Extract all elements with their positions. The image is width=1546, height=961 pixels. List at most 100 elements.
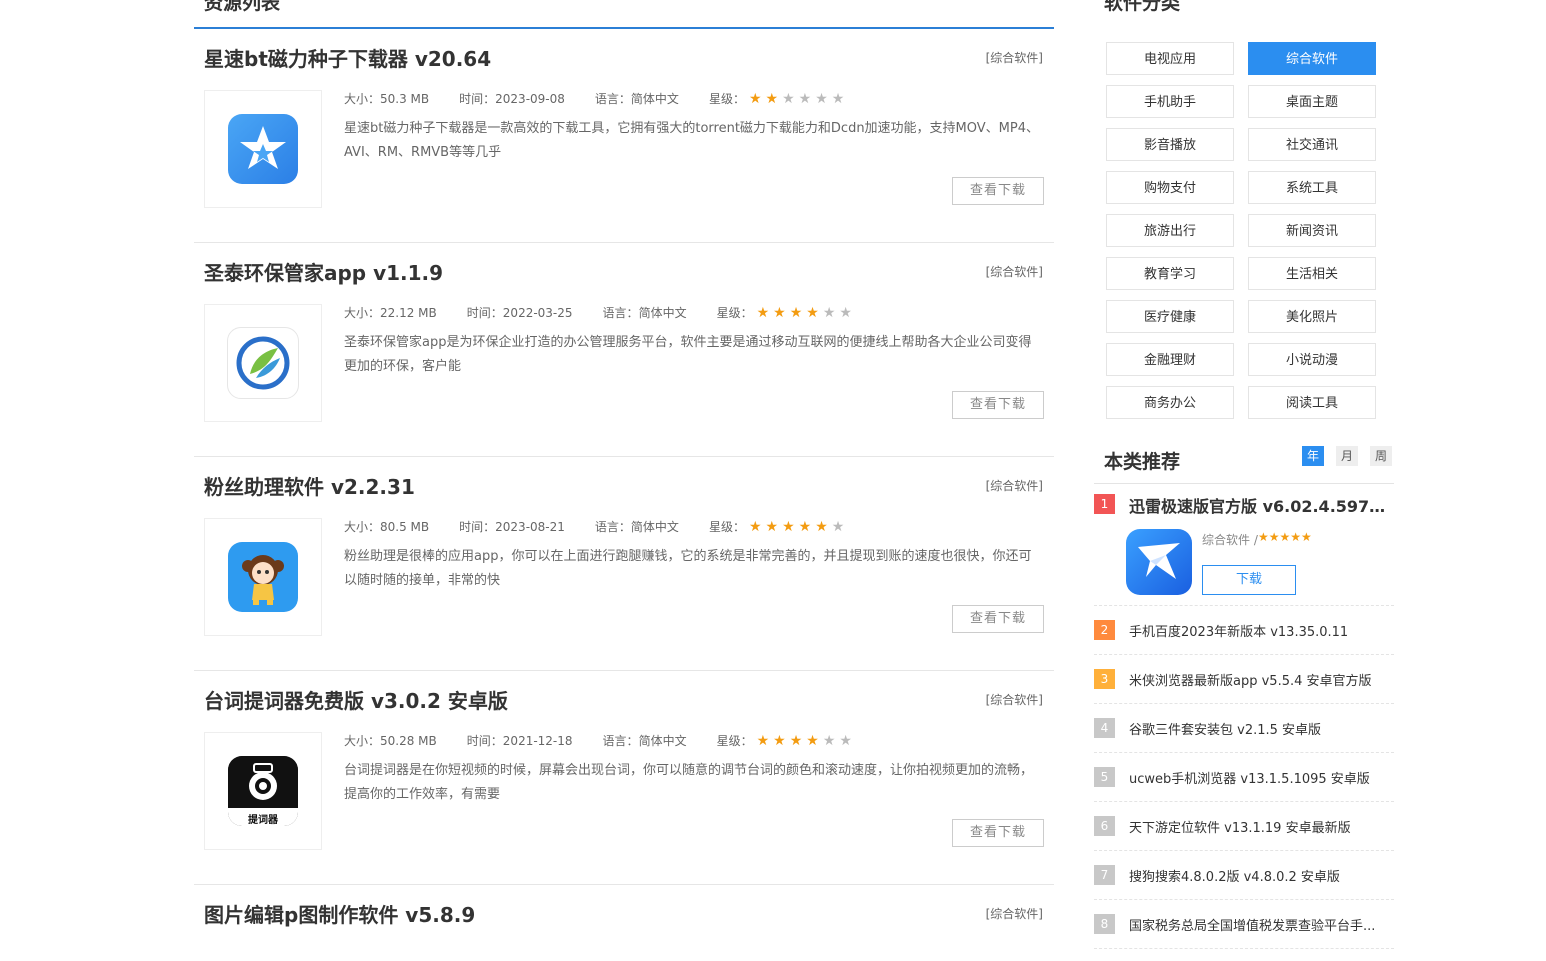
- time-value: 2021-12-18: [502, 734, 573, 748]
- item-title[interactable]: 粉丝助理软件 v2.2.31: [204, 471, 415, 500]
- rank-app-name[interactable]: 谷歌三件套安装包 v2.1.5 安卓版: [1129, 719, 1394, 738]
- rank-item[interactable]: 6 天下游定位软件 v13.1.19 安卓最新版: [1094, 802, 1394, 851]
- rank-item[interactable]: 2 手机百度2023年新版本 v13.35.0.11: [1094, 606, 1394, 655]
- featured-stars: ★★★★★: [1258, 530, 1312, 544]
- lang-label: 语言：: [594, 520, 631, 534]
- size-field: 大小：22.12 MB: [344, 304, 437, 321]
- rating-label: 星级：: [708, 92, 745, 106]
- time-field: 时间：2021-12-18: [467, 732, 573, 749]
- star-icon: ★: [789, 733, 803, 749]
- rank-item[interactable]: 3 米侠浏览器最新版app v5.5.4 安卓官方版: [1094, 655, 1394, 704]
- category-title: 软件分类: [1104, 0, 1181, 14]
- item-category[interactable]: [综合软件]: [986, 691, 1043, 708]
- category-button[interactable]: 旅游出行: [1106, 214, 1234, 247]
- lang-label: 语言：: [602, 306, 639, 320]
- featured-rank-item[interactable]: 1 迅雷极速版官方版 v6.02.4.5972 ... 综合软件 / ★★★★★…: [1094, 484, 1394, 606]
- rank-app-name[interactable]: 米侠浏览器最新版app v5.5.4 安卓官方版: [1129, 670, 1394, 689]
- category-button[interactable]: 金融理财: [1106, 343, 1234, 376]
- rating-stars: ★ ★ ★ ★ ★ ★: [757, 733, 852, 749]
- item-description: 圣泰环保管家app是为环保企业打造的办公管理服务平台，软件主要是通过移动互联网的…: [344, 335, 1032, 374]
- camera-app-icon[interactable]: 提词器: [228, 756, 298, 826]
- view-download-button[interactable]: 查看下载: [952, 177, 1044, 205]
- item-title[interactable]: 圣泰环保管家app v1.1.9: [204, 257, 443, 286]
- lang-value: 简体中文: [630, 520, 679, 534]
- tab-week[interactable]: 周: [1370, 446, 1392, 466]
- rank-item[interactable]: 8 国家税务总局全国增值税发票查验平台手...: [1094, 900, 1394, 949]
- item-description: 星速bt磁力种子下载器是一款高效的下载工具，它拥有强大的torrent磁力下载能…: [344, 121, 1039, 160]
- category-button[interactable]: 教育学习: [1106, 257, 1234, 290]
- item-icon-box[interactable]: [204, 518, 322, 636]
- item-meta: 大小：80.5 MB 时间：2023-08-21 语言：简体中文 星级： ★ ★ ★ ★…: [344, 518, 844, 535]
- category-button[interactable]: 电视应用: [1106, 42, 1234, 75]
- category-button[interactable]: 综合软件: [1248, 42, 1376, 75]
- time-value: 2023-09-08: [495, 92, 565, 106]
- star-app-icon[interactable]: [228, 114, 298, 184]
- rating-field: 星级： ★ ★ ★ ★ ★ ★: [717, 304, 852, 321]
- leaf-app-icon[interactable]: [227, 327, 299, 399]
- size-value: 80.5 MB: [380, 520, 430, 534]
- view-download-button[interactable]: 查看下载: [952, 819, 1044, 847]
- star-icon: ★: [815, 91, 828, 107]
- rank-app-name[interactable]: 国家税务总局全国增值税发票查验平台手...: [1129, 915, 1394, 934]
- resource-list: 资源列表 星速bt磁力种子下载器 v20.64 [综合软件] 大小：50.3 MB…: [194, 0, 1054, 961]
- item-title[interactable]: 台词提词器免费版 v3.0.2 安卓版: [204, 685, 508, 714]
- list-item: 图片编辑p图制作软件 v5.8.9 [综合软件]: [194, 885, 1054, 961]
- category-button[interactable]: 阅读工具: [1248, 386, 1376, 419]
- item-title[interactable]: 星速bt磁力种子下载器 v20.64: [204, 43, 491, 72]
- category-button[interactable]: 系统工具: [1248, 171, 1376, 204]
- item-icon-box[interactable]: 提词器: [204, 732, 322, 850]
- girl-app-icon[interactable]: [228, 542, 298, 612]
- list-item: 圣泰环保管家app v1.1.9 [综合软件] 大小：22.12 MB 时间：20…: [194, 243, 1054, 457]
- rank-app-name[interactable]: 天下游定位软件 v13.1.19 安卓最新版: [1129, 817, 1394, 836]
- item-category[interactable]: [综合软件]: [986, 49, 1043, 66]
- star-icon: ★: [798, 519, 812, 535]
- rank-app-name[interactable]: ucweb手机浏览器 v13.1.5.1095 安卓版: [1129, 768, 1394, 787]
- rank-number: 1: [1094, 494, 1115, 514]
- list-item: 星速bt磁力种子下载器 v20.64 [综合软件] 大小：50.3 MB 时间：2…: [194, 29, 1054, 243]
- category-button[interactable]: 购物支付: [1106, 171, 1234, 204]
- thunder-app-icon[interactable]: [1126, 529, 1192, 595]
- time-field: 时间：2022-03-25: [467, 304, 573, 321]
- rank-app-name[interactable]: 搜狗搜索4.8.0.2版 v4.8.0.2 安卓版: [1129, 866, 1394, 885]
- star-icon: ★: [831, 91, 845, 107]
- category-button[interactable]: 桌面主题: [1248, 85, 1376, 118]
- category-button[interactable]: 商务办公: [1106, 386, 1234, 419]
- rank-app-name[interactable]: 手机百度2023年新版本 v13.35.0.11: [1129, 621, 1394, 640]
- rank-item[interactable]: 4 谷歌三件套安装包 v2.1.5 安卓版: [1094, 704, 1394, 753]
- item-category[interactable]: [综合软件]: [986, 905, 1043, 922]
- size-label: 大小：: [344, 306, 381, 320]
- view-download-button[interactable]: 查看下载: [952, 605, 1044, 633]
- item-description: 台词提词器是在你短视频的时候，屏幕会出现台词，你可以随意的调节台词的颜色和滚动速…: [344, 763, 1034, 802]
- rating-field: 星级： ★ ★ ★ ★ ★ ★: [709, 90, 844, 107]
- rank-number: 5: [1094, 767, 1115, 787]
- lang-field: 语言：简体中文: [603, 732, 687, 749]
- item-category[interactable]: [综合软件]: [986, 477, 1043, 494]
- item-meta: 大小：50.3 MB 时间：2023-09-08 语言：简体中文 星级： ★ ★ ★ ★…: [344, 90, 844, 107]
- category-button[interactable]: 小说动漫: [1248, 343, 1376, 376]
- view-download-button[interactable]: 查看下载: [952, 391, 1044, 419]
- category-button[interactable]: 影音播放: [1106, 128, 1234, 161]
- star-icon: ★: [773, 733, 786, 749]
- lang-value: 简体中文: [638, 306, 687, 320]
- category-button[interactable]: 医疗健康: [1106, 300, 1234, 333]
- tab-year[interactable]: 年: [1302, 446, 1324, 466]
- item-icon-box[interactable]: [204, 90, 322, 208]
- item-icon-box[interactable]: [204, 304, 322, 422]
- rating-label: 星级：: [708, 520, 745, 534]
- tab-month[interactable]: 月: [1336, 446, 1358, 466]
- category-button[interactable]: 生活相关: [1248, 257, 1376, 290]
- featured-download-button[interactable]: 下载: [1202, 565, 1296, 595]
- category-button[interactable]: 手机助手: [1106, 85, 1234, 118]
- category-button[interactable]: 美化照片: [1248, 300, 1376, 333]
- time-field: 时间：2023-08-21: [459, 518, 565, 535]
- featured-app-name[interactable]: 迅雷极速版官方版 v6.02.4.5972 ...: [1129, 493, 1394, 517]
- lang-label: 语言：: [602, 734, 639, 748]
- item-category[interactable]: [综合软件]: [986, 263, 1043, 280]
- rating-stars: ★ ★ ★ ★ ★ ★: [749, 91, 844, 107]
- category-button[interactable]: 新闻资讯: [1248, 214, 1376, 247]
- item-title[interactable]: 图片编辑p图制作软件 v5.8.9: [204, 899, 475, 928]
- rank-item[interactable]: 7 搜狗搜索4.8.0.2版 v4.8.0.2 安卓版: [1094, 851, 1394, 900]
- star-icon: ★: [782, 91, 795, 107]
- category-button[interactable]: 社交通讯: [1248, 128, 1376, 161]
- rank-item[interactable]: 5 ucweb手机浏览器 v13.1.5.1095 安卓版: [1094, 753, 1394, 802]
